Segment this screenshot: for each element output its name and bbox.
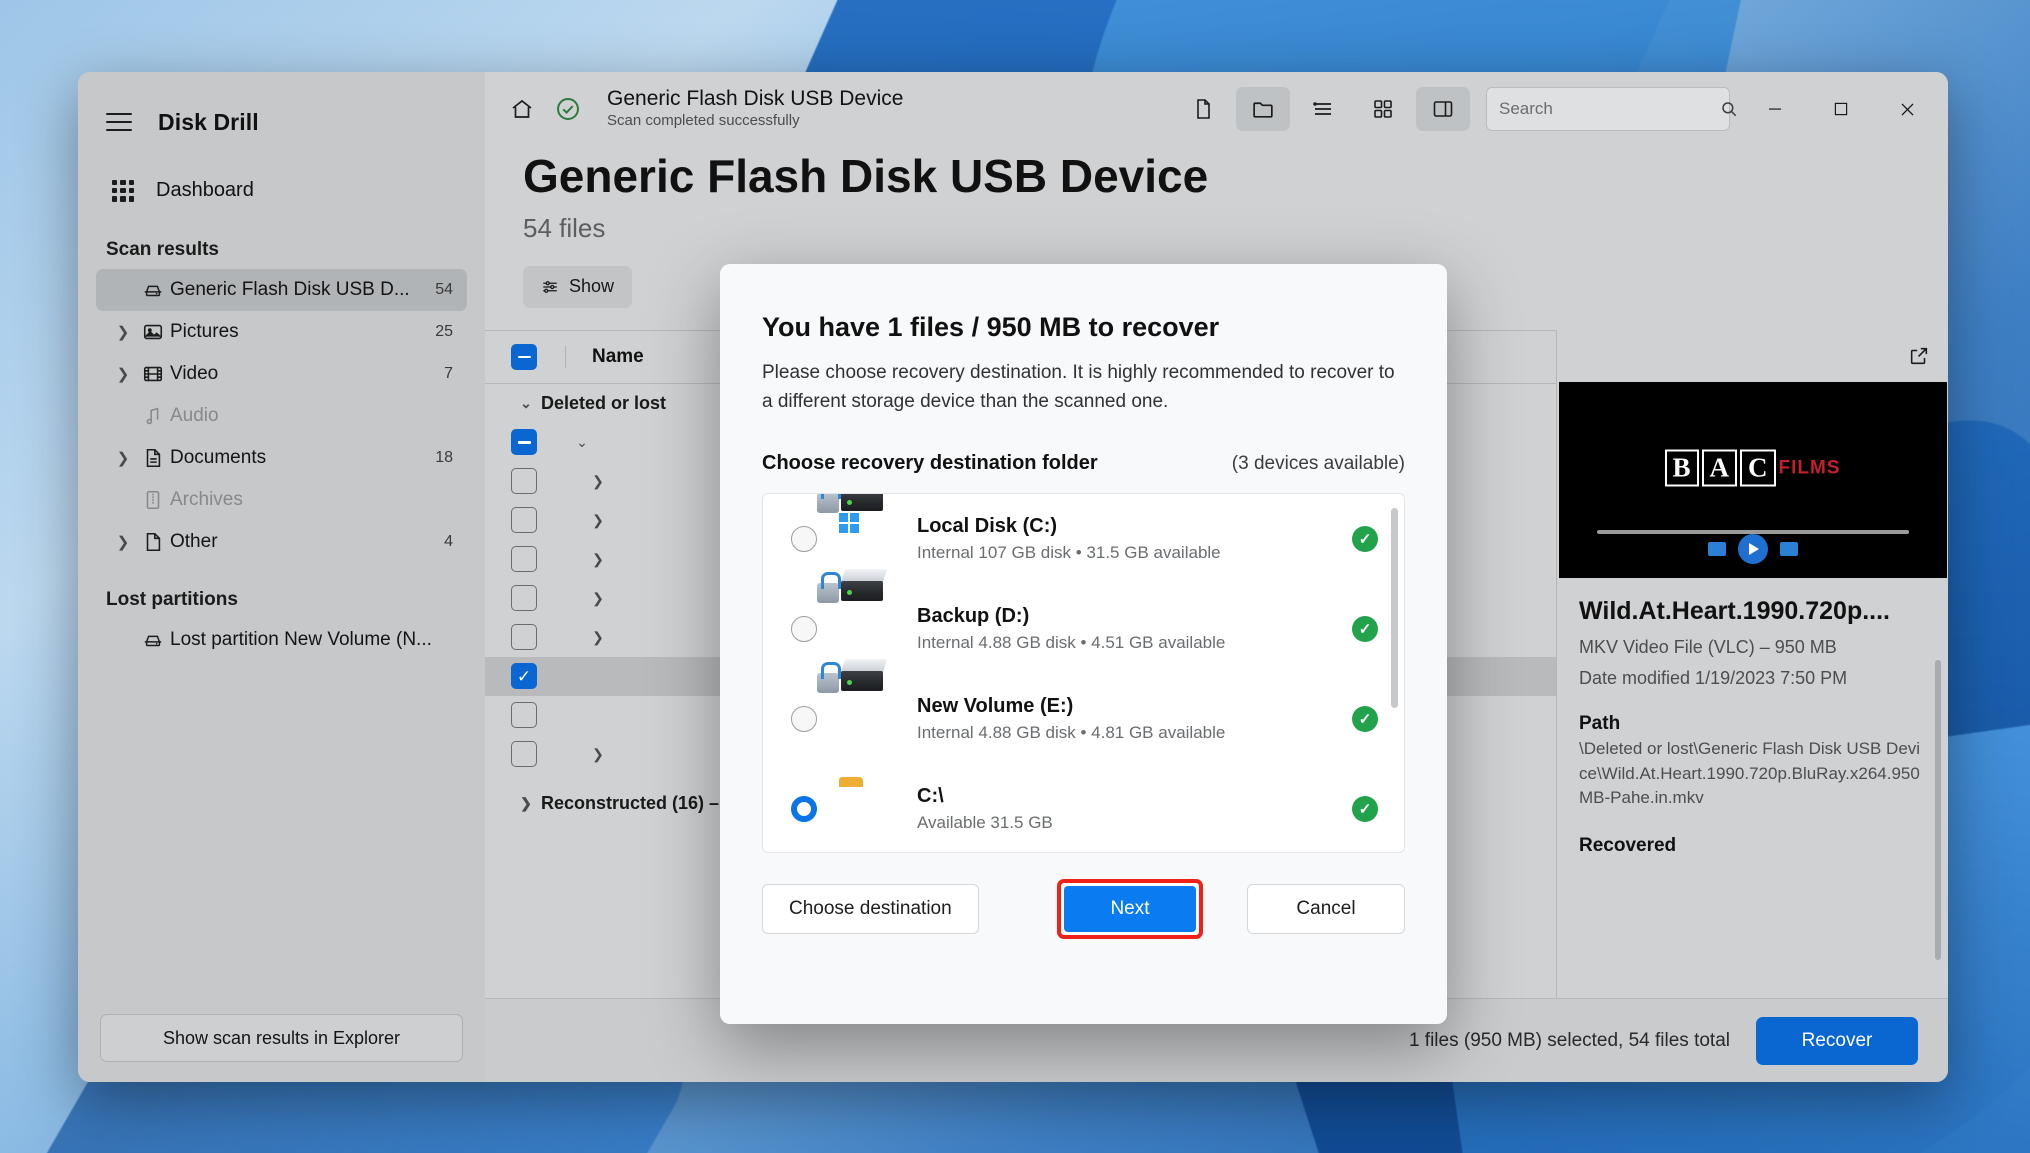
- destination-list-scrollbar[interactable]: [1391, 508, 1398, 708]
- destination-name: Backup (D:): [917, 605, 1030, 627]
- radio-button-selected[interactable]: [791, 796, 817, 822]
- dialog-title: You have 1 files / 950 MB to recover: [762, 312, 1220, 342]
- dialog-description: Please choose recovery destination. It i…: [762, 362, 1395, 412]
- folder-icon: [839, 785, 895, 833]
- check-icon: ✓: [1352, 616, 1378, 642]
- destination-meta: Internal 4.88 GB disk • 4.81 GB availabl…: [917, 723, 1226, 742]
- destination-name: New Volume (E:): [917, 695, 1074, 717]
- destination-name: C:\: [917, 785, 944, 807]
- check-icon: ✓: [1352, 706, 1378, 732]
- destination-list[interactable]: Local Disk (C:) Internal 107 GB disk • 3…: [762, 493, 1405, 853]
- radio-button[interactable]: [791, 706, 817, 732]
- choose-destination-button[interactable]: Choose destination: [762, 884, 979, 934]
- destination-meta: Internal 4.88 GB disk • 4.51 GB availabl…: [917, 633, 1226, 652]
- section-label: Choose recovery destination folder: [762, 452, 1098, 474]
- windows-drive-icon: [817, 494, 895, 563]
- destination-meta: Internal 107 GB disk • 31.5 GB available: [917, 543, 1221, 562]
- modal-overlay: You have 1 files / 950 MB to recover Ple…: [78, 72, 1948, 1082]
- next-button[interactable]: Next: [1064, 886, 1196, 932]
- drive-icon: [817, 659, 895, 743]
- destination-name: Local Disk (C:): [917, 515, 1058, 537]
- dialog-footer: Choose destination Next Cancel: [720, 853, 1447, 939]
- dialog-section-header: Choose recovery destination folder (3 de…: [720, 416, 1447, 475]
- check-icon: ✓: [1352, 796, 1378, 822]
- disk-drill-window: Disk Drill Dashboard Scan results Generi…: [78, 72, 1948, 1082]
- devices-available-count: (3 devices available): [1231, 453, 1405, 474]
- radio-button[interactable]: [791, 616, 817, 642]
- destination-meta: Available 31.5 GB: [917, 813, 1053, 832]
- recovery-destination-dialog: You have 1 files / 950 MB to recover Ple…: [720, 264, 1447, 1024]
- destination-option-c-root[interactable]: C:\ Available 31.5 GB ✓: [763, 764, 1404, 852]
- drive-icon: [817, 569, 895, 653]
- radio-button[interactable]: [791, 526, 817, 552]
- destination-option-new-volume-e[interactable]: New Volume (E:) Internal 4.88 GB disk • …: [763, 659, 1404, 764]
- check-icon: ✓: [1352, 526, 1378, 552]
- cancel-button[interactable]: Cancel: [1247, 884, 1405, 934]
- next-button-highlight: Next: [1057, 879, 1203, 939]
